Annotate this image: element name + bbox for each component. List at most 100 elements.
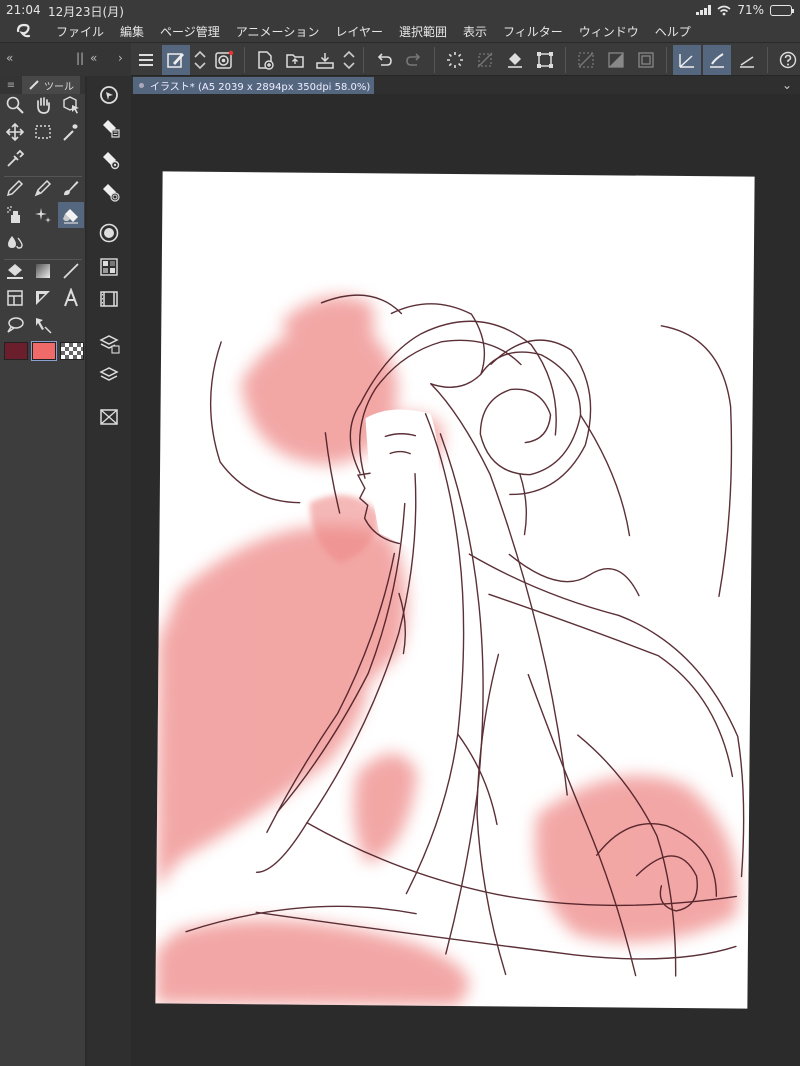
eraser-tool-icon[interactable] — [58, 202, 84, 228]
subtool-column — [87, 76, 131, 1066]
airbrush-tool-icon[interactable] — [2, 202, 28, 228]
menu-help[interactable]: ヘルプ — [647, 23, 699, 40]
chevron-down-icon[interactable]: ⌄ — [782, 78, 792, 92]
reference-layer-icon[interactable] — [602, 45, 630, 75]
menu-file[interactable]: ファイル — [48, 23, 112, 40]
save-icon[interactable] — [311, 45, 339, 75]
transparent-color-swatch[interactable] — [60, 342, 84, 360]
fill-tool-icon[interactable] — [2, 258, 28, 284]
updown-arrows-icon[interactable] — [192, 45, 208, 75]
main-color-swatch[interactable] — [4, 342, 28, 360]
gradient-tool-icon[interactable] — [30, 258, 56, 284]
snap-brush-icon[interactable] — [703, 45, 731, 75]
fill-bucket-icon[interactable] — [501, 45, 529, 75]
status-bar: 21:04 12月23日(月) 71% — [0, 0, 800, 20]
move-tool-icon[interactable] — [2, 119, 28, 145]
ruler-off-icon[interactable] — [572, 45, 600, 75]
brush-tab-icon — [29, 80, 39, 90]
pencil-tool-icon[interactable] — [30, 175, 56, 201]
sketch-artwork — [155, 294, 745, 1007]
battery-percent: 71% — [737, 3, 764, 17]
battery-icon — [770, 4, 794, 16]
unsaved-dot-icon — [139, 83, 144, 88]
blend-tool-icon[interactable] — [2, 229, 28, 255]
eraser-brush-shape-icon[interactable] — [98, 180, 120, 202]
color-circle-icon[interactable] — [98, 222, 120, 244]
marquee-tool-icon[interactable] — [30, 119, 56, 145]
menu-bar: ファイル 編集 ページ管理 アニメーション レイヤー 選択範囲 表示 フィルター… — [0, 20, 800, 42]
toolbar-divider — [244, 47, 245, 73]
pen-tool-icon[interactable] — [2, 175, 28, 201]
layer-panel-icon[interactable] — [98, 364, 120, 386]
frame-border-tool-icon[interactable] — [2, 285, 28, 311]
eraser-property-icon[interactable] — [98, 116, 120, 138]
toolbar-divider — [666, 47, 667, 73]
toolbar-divider — [434, 47, 435, 73]
object-select-icon[interactable] — [58, 92, 84, 118]
decoration-tool-icon[interactable] — [30, 202, 56, 228]
menu-window[interactable]: ウィンドウ — [571, 23, 647, 40]
snap-ruler-icon[interactable] — [673, 45, 701, 75]
document-title: イラスト* (A5 2039 x 2894px 350dpi 58.0%) — [150, 82, 371, 93]
panel-collapse-strip: « || « › — [0, 43, 131, 77]
hamburger-menu-icon[interactable] — [132, 45, 160, 75]
drawing-canvas[interactable] — [155, 171, 755, 1009]
timeline-icon[interactable] — [98, 288, 120, 310]
cellular-signal-icon — [696, 5, 712, 15]
open-folder-icon[interactable] — [281, 45, 309, 75]
layer-outline-icon[interactable] — [632, 45, 660, 75]
tool-panel-menu-button[interactable]: ≡ — [0, 80, 22, 91]
companion-mode-icon[interactable] — [210, 45, 238, 75]
menu-view[interactable]: 表示 — [455, 23, 495, 40]
status-time: 21:04 — [6, 3, 41, 17]
wifi-icon — [717, 5, 731, 15]
updown-arrows-icon-2[interactable] — [341, 45, 357, 75]
app-logo-icon[interactable] — [0, 20, 48, 42]
menu-page[interactable]: ページ管理 — [152, 23, 228, 40]
menu-animation[interactable]: アニメーション — [228, 23, 328, 40]
panel-splitter[interactable]: || — [76, 51, 84, 65]
redo-icon[interactable] — [400, 45, 428, 75]
menu-selection[interactable]: 選択範囲 — [391, 23, 455, 40]
collapse-mid-button[interactable]: « — [90, 51, 97, 65]
ruler-tool-icon[interactable] — [30, 285, 56, 311]
sub-color-swatch[interactable] — [31, 341, 57, 361]
material-panel-icon[interactable] — [98, 406, 120, 428]
document-tab-bar: イラスト* (A5 2039 x 2894px 350dpi 58.0%) ⌄ — [131, 76, 800, 94]
command-bar: « || « › — [0, 42, 800, 77]
color-set-icon[interactable] — [98, 256, 120, 278]
new-file-icon[interactable] — [251, 45, 279, 75]
collapse-left-button[interactable]: « — [6, 51, 13, 65]
document-tab[interactable]: イラスト* (A5 2039 x 2894px 350dpi 58.0%) — [133, 77, 374, 94]
brush-tool-icon[interactable] — [58, 175, 84, 201]
status-indicators: 71% — [696, 3, 794, 17]
clear-selection-icon[interactable] — [471, 45, 499, 75]
zoom-tool-icon[interactable] — [2, 92, 28, 118]
edit-mode-icon[interactable] — [162, 45, 190, 75]
undo-icon[interactable] — [370, 45, 398, 75]
canvas-area: イラスト* (A5 2039 x 2894px 350dpi 58.0%) ⌄ — [131, 76, 800, 1066]
loading-spinner-icon[interactable] — [441, 45, 469, 75]
correct-line-tool-icon[interactable] — [30, 312, 56, 338]
toolbar-divider — [767, 47, 768, 73]
eyedropper-icon[interactable] — [2, 146, 28, 172]
text-tool-icon[interactable] — [58, 285, 84, 311]
expand-button[interactable]: › — [118, 51, 123, 65]
transform-icon[interactable] — [531, 45, 559, 75]
toolbar-divider — [565, 47, 566, 73]
command-icons — [131, 43, 800, 77]
snap-special-ruler-icon[interactable] — [733, 45, 761, 75]
eraser-settings-icon[interactable] — [98, 148, 120, 170]
hand-tool-icon[interactable] — [30, 92, 56, 118]
tool-panel-tab-label: ツール — [44, 81, 74, 93]
figure-line-tool-icon[interactable] — [58, 258, 84, 284]
menu-edit[interactable]: 編集 — [112, 23, 152, 40]
balloon-tool-icon[interactable] — [2, 312, 28, 338]
menu-layer[interactable]: レイヤー — [327, 23, 391, 40]
magic-wand-icon[interactable] — [58, 119, 84, 145]
help-icon[interactable] — [774, 45, 800, 75]
toolbar-divider — [363, 47, 364, 73]
menu-filter[interactable]: フィルター — [495, 23, 571, 40]
layer-property-icon[interactable] — [98, 332, 120, 354]
navigator-icon[interactable] — [98, 84, 120, 106]
